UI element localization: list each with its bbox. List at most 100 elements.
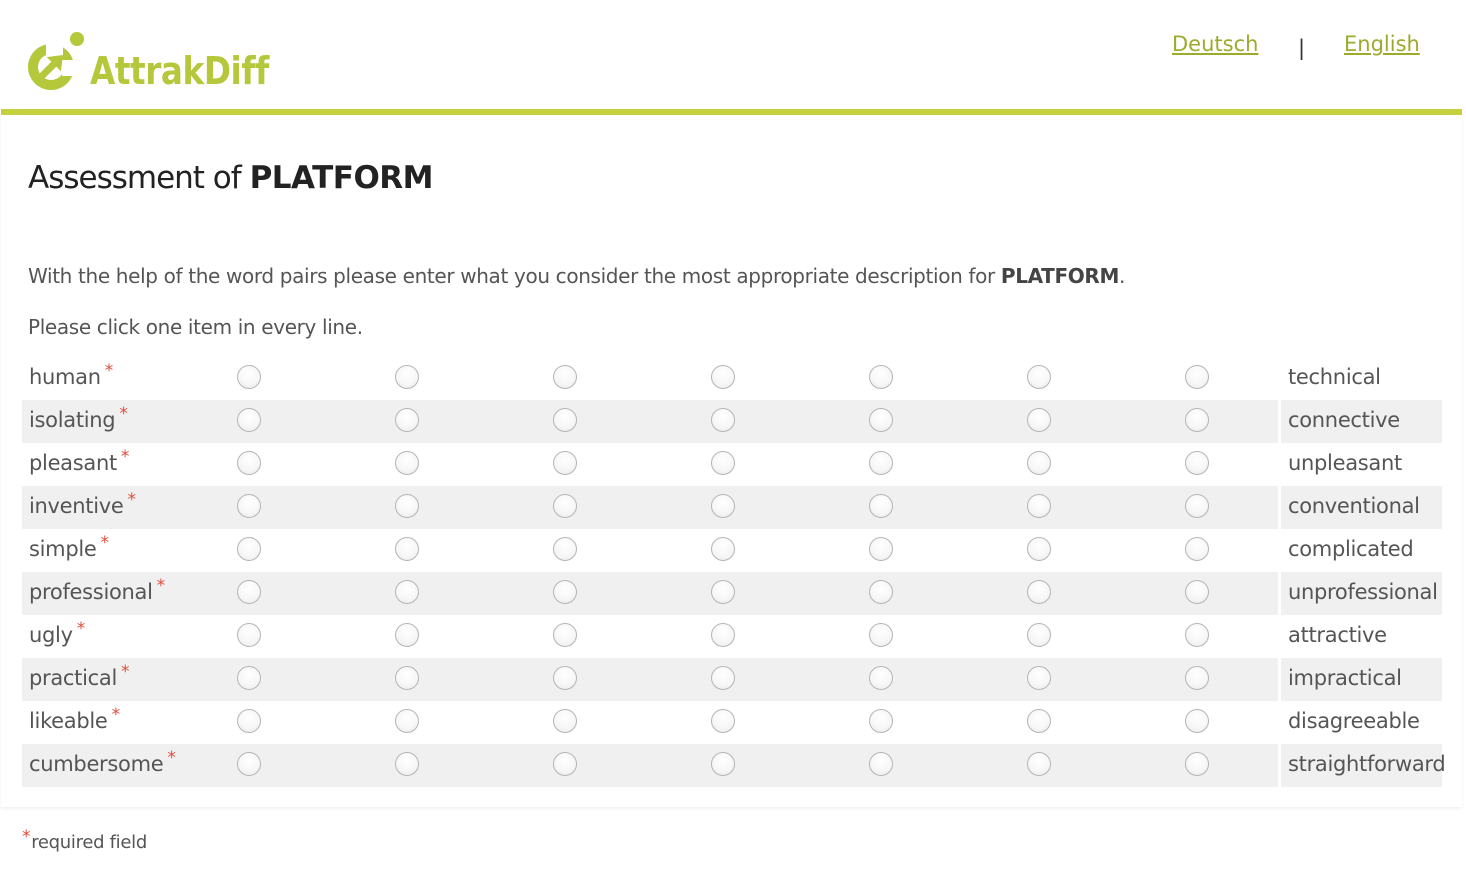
rating-radio-2[interactable] [395, 537, 419, 561]
rating-radio-6[interactable] [1027, 666, 1051, 690]
rating-radio-6[interactable] [1027, 623, 1051, 647]
table-row: cumbersome * straightforward [22, 744, 1446, 787]
left-word-label: isolating * [29, 404, 128, 432]
table-row: inventive * conventional [22, 486, 1442, 529]
rating-radio-7[interactable] [1185, 494, 1209, 518]
rating-radio-7[interactable] [1185, 709, 1209, 733]
rating-radio-1[interactable] [237, 408, 261, 432]
rating-radio-6[interactable] [1027, 365, 1051, 389]
rating-radio-2[interactable] [395, 666, 419, 690]
rating-radio-4[interactable] [711, 494, 735, 518]
right-word-label: attractive [1288, 623, 1387, 647]
right-word-cell: conventional [1281, 486, 1442, 529]
rating-radio-2[interactable] [395, 365, 419, 389]
rating-radio-7[interactable] [1185, 408, 1209, 432]
page: AttrakDiff Deutsch | English Assessment … [0, 0, 1466, 876]
required-asterisk: * [100, 533, 110, 553]
rating-radio-1[interactable] [237, 580, 261, 604]
rating-radio-5[interactable] [869, 408, 893, 432]
rating-radio-7[interactable] [1185, 365, 1209, 389]
right-word-cell: attractive [1281, 615, 1442, 658]
title-product: PLATFORM [249, 160, 434, 196]
rating-radio-4[interactable] [711, 666, 735, 690]
rating-radio-2[interactable] [395, 623, 419, 647]
rating-radio-7[interactable] [1185, 623, 1209, 647]
rating-radio-1[interactable] [237, 451, 261, 475]
rating-radio-3[interactable] [553, 752, 577, 776]
rating-radio-3[interactable] [553, 580, 577, 604]
required-asterisk: * [120, 447, 130, 467]
rating-radio-6[interactable] [1027, 451, 1051, 475]
rating-radio-1[interactable] [237, 623, 261, 647]
left-word-label: simple * [29, 533, 109, 561]
table-row: isolating * connective [22, 400, 1442, 443]
rating-radio-4[interactable] [711, 623, 735, 647]
rating-radio-4[interactable] [711, 365, 735, 389]
rating-radio-5[interactable] [869, 494, 893, 518]
rating-radio-7[interactable] [1185, 537, 1209, 561]
rating-radio-5[interactable] [869, 709, 893, 733]
language-link-english[interactable]: English [1344, 32, 1420, 56]
rating-radio-2[interactable] [395, 752, 419, 776]
rating-radio-5[interactable] [869, 451, 893, 475]
rating-radio-6[interactable] [1027, 752, 1051, 776]
table-row: likeable * disagreeable [22, 701, 1442, 744]
header: AttrakDiff Deutsch | English [0, 0, 1462, 110]
rating-radio-5[interactable] [869, 580, 893, 604]
rating-radio-4[interactable] [711, 537, 735, 561]
right-word-cell: straightforward [1281, 744, 1446, 787]
rating-radio-2[interactable] [395, 494, 419, 518]
rating-radio-1[interactable] [237, 752, 261, 776]
rating-radio-3[interactable] [553, 623, 577, 647]
rating-radio-4[interactable] [711, 752, 735, 776]
rating-radio-4[interactable] [711, 451, 735, 475]
rating-radio-3[interactable] [553, 408, 577, 432]
rating-radio-6[interactable] [1027, 537, 1051, 561]
right-word-cell: unpleasant [1281, 443, 1442, 486]
rating-radio-1[interactable] [237, 666, 261, 690]
rating-radio-3[interactable] [553, 451, 577, 475]
rating-radio-5[interactable] [869, 623, 893, 647]
rating-radio-6[interactable] [1027, 408, 1051, 432]
rating-radio-3[interactable] [553, 709, 577, 733]
rating-radio-7[interactable] [1185, 580, 1209, 604]
rating-radio-6[interactable] [1027, 580, 1051, 604]
instruction-text: Please click one item in every line. [28, 315, 363, 339]
right-word-label: disagreeable [1288, 709, 1420, 733]
rating-radio-3[interactable] [553, 365, 577, 389]
rating-radio-2[interactable] [395, 580, 419, 604]
rating-radio-2[interactable] [395, 408, 419, 432]
rating-radio-1[interactable] [237, 709, 261, 733]
rating-radio-1[interactable] [237, 365, 261, 389]
rating-radio-4[interactable] [711, 709, 735, 733]
rating-radio-3[interactable] [553, 494, 577, 518]
rating-radio-4[interactable] [711, 580, 735, 604]
rating-radio-1[interactable] [237, 494, 261, 518]
rating-radio-5[interactable] [869, 666, 893, 690]
rating-radio-3[interactable] [553, 666, 577, 690]
rating-radio-4[interactable] [711, 408, 735, 432]
table-row: human * technical [22, 357, 1442, 400]
rating-radio-7[interactable] [1185, 752, 1209, 776]
rating-radio-3[interactable] [553, 537, 577, 561]
rating-radio-7[interactable] [1185, 666, 1209, 690]
rating-radio-5[interactable] [869, 537, 893, 561]
left-word-label: human * [29, 361, 113, 389]
rating-radio-6[interactable] [1027, 709, 1051, 733]
logo[interactable]: AttrakDiff [24, 28, 298, 92]
right-word-cell: impractical [1281, 658, 1442, 701]
rating-radio-1[interactable] [237, 537, 261, 561]
rating-radio-5[interactable] [869, 365, 893, 389]
right-word-label: impractical [1288, 666, 1402, 690]
required-field-label: required field [31, 832, 147, 853]
rating-radio-6[interactable] [1027, 494, 1051, 518]
required-asterisk: * [119, 404, 128, 424]
rating-radio-5[interactable] [869, 752, 893, 776]
rating-radio-7[interactable] [1185, 451, 1209, 475]
attrakdiff-logo-icon [24, 30, 84, 92]
language-link-deutsch[interactable]: Deutsch [1172, 32, 1258, 56]
rating-radio-2[interactable] [395, 451, 419, 475]
rating-radio-2[interactable] [395, 709, 419, 733]
required-asterisk: * [167, 748, 176, 768]
right-word-cell: complicated [1281, 529, 1442, 572]
